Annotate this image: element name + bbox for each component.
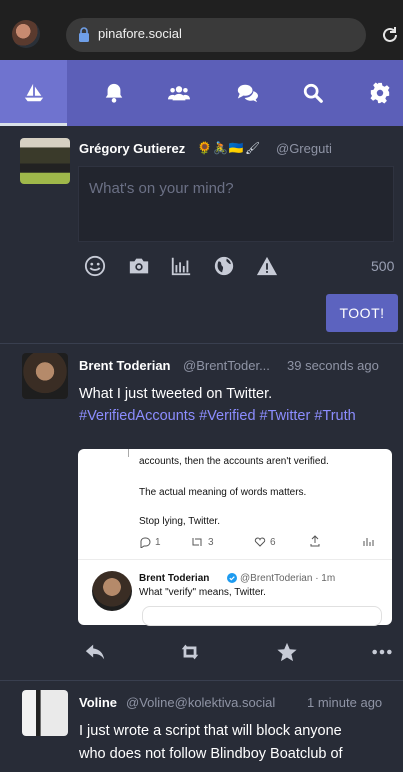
status-display-name[interactable]: Brent Toderian: [79, 358, 171, 373]
compose-name-emoji: 🌻🚴🇺🇦🖌: [197, 141, 262, 155]
bell-icon: [105, 83, 122, 103]
compose-avatar[interactable]: [20, 138, 70, 184]
card-text-line: Stop lying, Twitter.: [139, 516, 220, 527]
comments-icon: [237, 84, 258, 103]
status-avatar[interactable]: [22, 353, 68, 399]
compose-placeholder: What's on your mind?: [89, 180, 234, 197]
card-nested-quote: [142, 606, 382, 626]
share-icon: [310, 535, 320, 547]
status-text-line: I just wrote a script that will block an…: [79, 723, 342, 739]
tab-notifications[interactable]: [80, 60, 147, 126]
gear-icon: [369, 82, 390, 104]
status-display-name[interactable]: Voline: [79, 695, 117, 710]
sailboat-icon: [24, 83, 43, 102]
more-options-button[interactable]: [371, 641, 393, 663]
boost-button[interactable]: [179, 641, 201, 663]
globe-icon: [214, 256, 234, 276]
status-handle[interactable]: @Voline@kolektiva.social: [126, 695, 275, 710]
tab-federated[interactable]: [213, 60, 280, 126]
tab-local[interactable]: [145, 60, 212, 126]
star-icon: [277, 642, 297, 662]
url-text: pinafore.social: [98, 26, 182, 41]
card-quote-handle: @BrentToderian · 1m: [240, 573, 336, 584]
card-text-line: accounts, then the accounts aren't verif…: [139, 456, 329, 467]
reply-icon: [140, 537, 151, 548]
status-handle[interactable]: @BrentToder...: [183, 358, 270, 373]
camera-icon: [129, 258, 149, 274]
smile-icon: [84, 255, 106, 277]
card-quote-text: What "verify" means, Twitter.: [139, 587, 266, 598]
card-retweet-count: 3: [208, 537, 214, 548]
card-quote-name: Brent Toderian: [139, 573, 210, 584]
divider: [0, 680, 403, 681]
card-text-line: The actual meaning of words matters.: [139, 487, 307, 498]
toot-button[interactable]: TOOT!: [326, 294, 398, 332]
status-avatar[interactable]: [22, 690, 68, 736]
visibility-button[interactable]: [213, 255, 235, 277]
status-text-line: who does not follow Blindboy Boatclub of: [79, 746, 343, 762]
ellipsis-icon: [372, 649, 392, 655]
poll-button[interactable]: [170, 255, 192, 277]
status-timestamp[interactable]: 39 seconds ago: [287, 358, 379, 373]
verified-badge-icon: [227, 573, 237, 583]
divider: [0, 343, 403, 344]
content-warning-button[interactable]: [256, 255, 278, 277]
status-hashtags[interactable]: #VerifiedAccounts #Verified #Twitter #Tr…: [79, 408, 356, 424]
compose-handle: @Greguti: [276, 141, 332, 156]
compose-display-name: Grégory Gutierez: [79, 141, 186, 156]
browser-profile-avatar[interactable]: [12, 20, 40, 48]
users-icon: [167, 86, 190, 101]
search-icon: [303, 83, 323, 103]
media-button[interactable]: [128, 255, 150, 277]
favorite-button[interactable]: [276, 641, 298, 663]
tab-search[interactable]: [279, 60, 346, 126]
tab-settings[interactable]: [346, 60, 403, 126]
status-text: What I just tweeted on Twitter.: [79, 386, 273, 402]
retweet-icon: [181, 644, 199, 660]
analytics-icon: [363, 538, 374, 546]
card-quote-avatar: [92, 571, 132, 611]
compose-input[interactable]: [78, 166, 394, 242]
bar-chart-icon: [171, 257, 191, 276]
retweet-icon: [192, 538, 202, 546]
warning-icon: [256, 256, 278, 276]
reload-icon[interactable]: [380, 25, 400, 45]
tab-home[interactable]: [0, 60, 67, 126]
heart-icon: [254, 537, 266, 547]
lock-icon: [79, 27, 89, 42]
card-like-count: 6: [270, 537, 276, 548]
emoji-button[interactable]: [84, 255, 106, 277]
card-reply-count: 1: [155, 537, 161, 548]
reply-button[interactable]: [84, 641, 106, 663]
character-counter: 500: [371, 258, 395, 274]
status-timestamp[interactable]: 1 minute ago: [307, 695, 382, 710]
reply-arrow-icon: [85, 644, 105, 660]
